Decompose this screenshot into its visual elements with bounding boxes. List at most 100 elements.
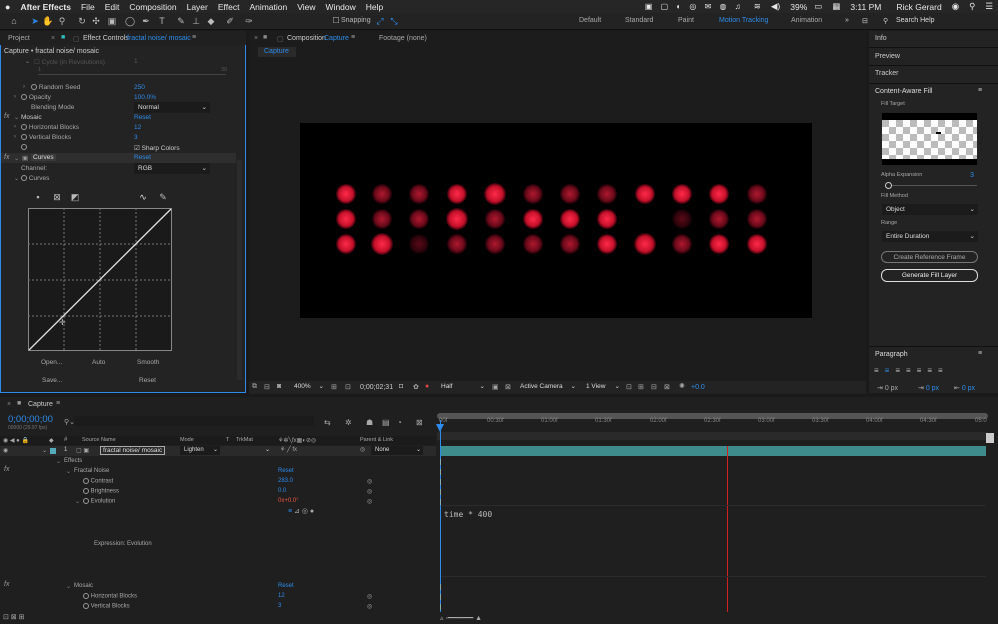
alpha-slider-handle[interactable]	[885, 182, 892, 189]
menu-animation[interactable]: Animation	[244, 2, 292, 12]
exposure-value[interactable]: +0.0	[691, 384, 705, 391]
timeline-icon[interactable]: ⊟	[651, 383, 657, 391]
curve-large-icon[interactable]: ◩	[69, 191, 81, 203]
flowchart-icon[interactable]: ⊠	[664, 383, 670, 391]
comp-close-icon[interactable]: ×	[254, 35, 258, 42]
battery-percent[interactable]: 39%	[785, 2, 809, 12]
show-snapshot-icon[interactable]: ✿	[413, 383, 419, 391]
contrast-value[interactable]: 283.0	[278, 478, 293, 484]
snapshot-icon[interactable]: ◘	[399, 383, 403, 390]
camera-tool-icon[interactable]: ✣	[90, 15, 102, 27]
timeline-search-input[interactable]	[74, 416, 314, 426]
curve-expand-icon[interactable]: ⊠	[51, 191, 63, 203]
trkmat-header[interactable]: TrkMat	[236, 437, 253, 443]
workspace-animation[interactable]: Animation	[791, 17, 822, 24]
hblocks-value[interactable]: 12	[134, 124, 141, 131]
vr-icon[interactable]: ◙	[277, 383, 281, 390]
spotlight-icon[interactable]: ⚲	[964, 1, 980, 12]
status-icons[interactable]: ▣ ▢ ◐ ◎ ✉ ◍ ♫	[640, 2, 749, 11]
mosaic-reset[interactable]: Reset	[134, 114, 151, 121]
tab-effect-controls[interactable]: Effect Controls	[83, 35, 129, 42]
tracker-panel-header[interactable]: Tracker	[875, 70, 898, 77]
comp-flow-tab[interactable]: Capture	[264, 48, 289, 55]
paragraph-menu-icon[interactable]: ≡	[978, 350, 982, 357]
pickwhip-icon[interactable]: ◎	[360, 446, 365, 453]
workspace-motion-tracking[interactable]: Motion Tracking	[719, 17, 768, 24]
tab-project[interactable]: Project	[8, 35, 30, 42]
brightness-value[interactable]: 0.0	[278, 488, 286, 494]
timeline-menu-icon[interactable]: ≡	[56, 400, 60, 407]
curve-square-icon[interactable]: ▪	[32, 191, 44, 203]
type-tool-icon[interactable]: T	[156, 15, 168, 27]
clone-tool-icon[interactable]: ⊥	[190, 15, 202, 27]
curve-bezier-icon[interactable]: ∿	[137, 191, 149, 203]
workspace-paint[interactable]: Paint	[678, 17, 694, 24]
hand-tool-icon[interactable]: ✋	[42, 15, 54, 27]
range-dropdown[interactable]: Entire Duration ⌄	[882, 231, 978, 242]
selection-tool-icon[interactable]: ➤	[29, 15, 41, 27]
menu-window[interactable]: Window	[321, 2, 361, 12]
fx-curves-icon[interactable]: fx	[4, 154, 9, 161]
pen-tool-icon[interactable]: ✒	[140, 15, 152, 27]
layer-expand-icon[interactable]: ⌄	[42, 447, 47, 454]
timeline-close-icon[interactable]: ×	[7, 401, 11, 408]
menu-layer[interactable]: Layer	[182, 2, 213, 12]
view-layout-dropdown[interactable]: 1 View ⌄	[582, 382, 622, 392]
comp-viewer[interactable]	[300, 123, 812, 318]
create-reference-frame-button[interactable]: Create Reference Frame	[881, 251, 978, 263]
lock-icon[interactable]: ■	[61, 34, 65, 41]
zoom-tool-icon[interactable]: ⚲	[56, 15, 68, 27]
alpha-expansion-value[interactable]: 3	[970, 172, 974, 179]
curves-open-button[interactable]: Open...	[41, 359, 62, 366]
comp-end-marker[interactable]	[986, 433, 994, 443]
channel-dropdown[interactable]: RGB ⌄	[134, 163, 210, 174]
draft-3d-icon[interactable]: ✲	[345, 418, 352, 427]
indent-right[interactable]: ⇤ 0 px	[954, 384, 975, 392]
notification-icon[interactable]: ☰	[980, 1, 998, 12]
transparency-grid-icon[interactable]: ⊠	[505, 383, 511, 391]
menu-edit[interactable]: Edit	[100, 2, 125, 12]
3d-ground-icon[interactable]: ⊟	[264, 383, 270, 391]
sharp-colors-checkbox[interactable]: ☑ Sharp Colors	[134, 144, 180, 152]
preview-panel-header[interactable]: Preview	[875, 53, 900, 60]
switches-header-icons[interactable]: ⚘✼╲fx▦◐⊘◎	[278, 437, 316, 444]
snap-option2-icon[interactable]: ⤡	[388, 15, 400, 27]
volume-icon[interactable]: ◀)	[766, 1, 785, 12]
channel-icon[interactable]: ●	[425, 383, 429, 390]
shy-icon[interactable]: ☗	[366, 418, 373, 427]
apple-menu-icon[interactable]: ●	[0, 2, 15, 12]
home-icon[interactable]: ⌂	[8, 15, 20, 27]
layer-visibility-icon[interactable]: ◉	[3, 447, 8, 454]
roto-brush-icon[interactable]: ✐	[224, 15, 236, 27]
user-name[interactable]: Rick Gerard	[886, 2, 946, 12]
curves-auto-button[interactable]: Auto	[92, 359, 105, 366]
close-icon[interactable]: ×	[51, 35, 55, 42]
shape-tool-icon[interactable]: ◯	[124, 15, 136, 27]
comp-menu-icon[interactable]: ≡	[351, 34, 355, 41]
effect-layer-name[interactable]: fractal noise/ mosaic	[127, 35, 191, 42]
indent-left[interactable]: ⇥ 0 px	[877, 384, 898, 392]
caf-menu-icon[interactable]: ≡	[978, 87, 982, 94]
tl-mosaic-reset[interactable]: Reset	[278, 583, 294, 589]
av-switch-icons[interactable]: ◉ ◀ ● 🔒	[3, 437, 29, 444]
vblocks-value[interactable]: 3	[134, 134, 138, 141]
fx-icon[interactable]: fx	[4, 113, 9, 120]
grid-icon[interactable]: ⊞	[331, 383, 337, 391]
motion-blur-icon[interactable]: ◔	[397, 418, 402, 427]
mode-header[interactable]: Mode	[180, 437, 194, 443]
fx-mosaic-icon[interactable]: fx	[4, 581, 9, 588]
alignment-icons[interactable]: ≡≡≡≡≡≡≡	[874, 366, 994, 375]
brush-tool-icon[interactable]: ✎	[175, 15, 187, 27]
expression-text[interactable]: time * 400	[444, 510, 492, 519]
pan-behind-tool-icon[interactable]: ▣	[106, 15, 118, 27]
search-help-input[interactable]: Search Help	[896, 17, 935, 24]
wifi-icon[interactable]: ≋	[749, 1, 766, 12]
menu-composition[interactable]: Composition	[124, 2, 181, 12]
panel-menu-icon[interactable]: ≡	[192, 34, 196, 41]
rotate-tool-icon[interactable]: ↻	[76, 15, 88, 27]
layer-duration-bar[interactable]	[440, 446, 986, 456]
curves-reset[interactable]: Reset	[134, 154, 151, 161]
workspace-menu-icon[interactable]: ⊟	[862, 17, 868, 25]
curve-pencil-icon[interactable]: ✎	[157, 191, 169, 203]
app-menu[interactable]: After Effects	[15, 2, 76, 12]
